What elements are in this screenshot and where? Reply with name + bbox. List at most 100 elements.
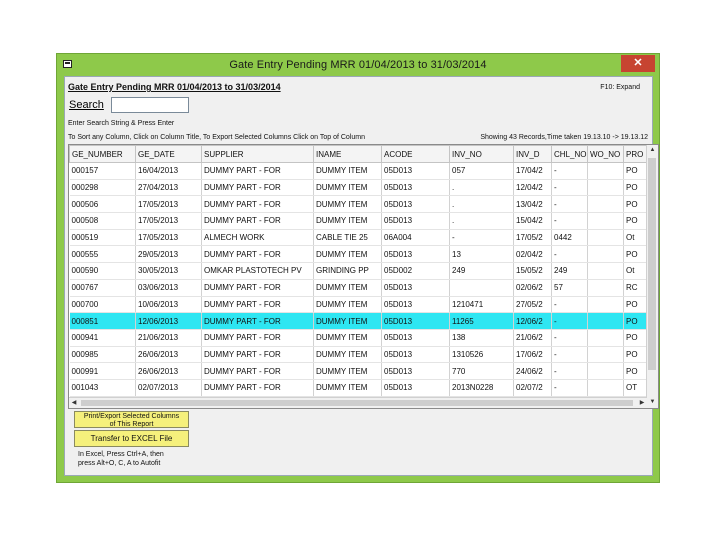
table-cell: - [551,296,588,314]
search-input[interactable] [111,97,189,113]
table-row[interactable]: 000555 29/05/2013 DUMMY PART - FOR DUMMY IT… [69,245,649,264]
table-cell: 02/06/2 [513,279,552,297]
table-cell: PO [623,212,649,230]
table-cell: 30/05/2013 [135,262,202,280]
vertical-scrollbar[interactable]: ▲ ▼ [646,145,658,408]
table-row[interactable]: 000519 17/05/2013 ALMECH WORK CABLE TIE 25 0… [69,229,649,247]
table-row[interactable]: 000157 16/04/2013 DUMMY PART - FOR DUMMY IT… [69,162,649,180]
table-cell: DUMMY ITEM [313,329,382,347]
records-info: Showing 43 Records,Time taken 19.13.10 -… [480,134,648,141]
table-cell: PO [623,312,649,330]
table-cell: 05D002 [381,262,450,280]
table-cell: DUMMY PART - FOR [201,279,314,297]
table-cell: PO [623,346,649,364]
table-cell: 27/04/2013 [135,179,202,197]
table-cell: 05D013 [381,195,450,214]
table-cell: 000700 [69,296,136,314]
excel-note-line1: In Excel, Press Ctrl+A, then [78,451,164,458]
column-header-ge-date[interactable]: GE_DATE [135,145,202,163]
column-header-wo-no[interactable]: WO_NO [587,145,624,163]
horizontal-scrollbar[interactable]: ◀ ▶ [69,397,647,408]
table-cell: - [551,362,588,380]
vertical-scroll-thumb[interactable] [648,158,656,370]
table-cell: DUMMY PART - FOR [201,379,314,397]
scroll-left-icon[interactable]: ◀ [69,398,79,408]
column-header-chl-no[interactable]: CHL_NO [551,145,588,163]
table-row[interactable]: 000590 30/05/2013 OMKAR PLASTOTECH PV GRIND… [69,262,649,280]
table-cell: DUMMY ITEM [313,212,382,230]
table-row[interactable]: 000991 26/06/2013 DUMMY PART - FOR DUMMY IT… [69,362,649,380]
app-window: Gate Entry Pending MRR 01/04/2013 to 31/… [56,53,660,483]
data-grid[interactable]: GE_NUMBER GE_DATE SUPPLIER INAME ACODE INV_NO… [68,144,659,409]
table-cell: DUMMY ITEM [313,162,382,180]
column-header-inv-d[interactable]: INV_D [513,145,552,163]
table-cell: DUMMY PART - FOR [201,346,314,364]
column-header-supplier[interactable]: SUPPLIER [201,145,314,163]
table-cell: - [449,229,514,247]
table-cell: - [551,379,588,397]
table-row[interactable]: 000298 27/04/2013 DUMMY PART - FOR DUMMY IT… [69,179,649,197]
table-cell: DUMMY PART - FOR [201,179,314,197]
table-cell: 27/05/2 [513,296,552,314]
table-row[interactable]: 000767 03/06/2013 DUMMY PART - FOR DUMMY IT… [69,279,649,297]
table-cell: 249 [449,262,514,280]
table-cell: 02/07/2 [513,379,552,397]
table-cell: 000590 [69,262,136,280]
table-cell: - [551,312,588,330]
column-header-acode[interactable]: ACODE [381,145,450,163]
table-cell: 11265 [449,312,514,330]
column-header-ge-number[interactable]: GE_NUMBER [69,145,136,163]
table-cell: 249 [551,262,588,280]
table-cell: 057 [449,162,514,180]
table-cell: - [551,212,588,230]
table-cell: - [551,245,588,264]
transfer-excel-button[interactable]: Transfer to EXCEL File [74,430,189,447]
table-cell: 000851 [69,312,136,330]
expand-hint: F10: Expand [600,84,640,91]
table-cell: 21/06/2 [513,329,552,347]
table-cell: DUMMY PART - FOR [201,212,314,230]
table-cell [587,312,624,330]
table-cell: 15/04/2 [513,212,552,230]
table-row[interactable]: 000985 26/06/2013 DUMMY PART - FOR DUMMY IT… [69,346,649,364]
table-cell: PO [623,195,649,214]
table-cell [587,329,624,347]
table-cell: DUMMY PART - FOR [201,362,314,380]
table-cell: DUMMY PART - FOR [201,312,314,330]
print-export-label-line1: Print/Export Selected Columns [83,413,180,420]
horizontal-scroll-thumb[interactable] [81,400,633,406]
table-cell [587,229,624,247]
table-cell: 000555 [69,245,136,264]
print-export-button[interactable]: Print/Export Selected Columns of This Re… [74,411,189,428]
close-button[interactable]: ✕ [621,55,655,72]
table-cell [587,279,624,297]
grid-body: 000157 16/04/2013 DUMMY PART - FOR DUMMY IT… [69,162,649,397]
column-header-pro[interactable]: PRO [623,145,649,163]
title-bar[interactable]: Gate Entry Pending MRR 01/04/2013 to 31/… [57,54,659,76]
table-cell: 26/06/2013 [135,362,202,380]
table-row[interactable]: 001043 02/07/2013 DUMMY PART - FOR DUMMY IT… [69,379,649,397]
table-cell: 17/06/2 [513,346,552,364]
table-row[interactable]: 000941 21/06/2013 DUMMY PART - FOR DUMMY IT… [69,329,649,347]
table-cell: 06A004 [381,229,450,247]
window-title: Gate Entry Pending MRR 01/04/2013 to 31/… [229,59,487,71]
table-row[interactable]: 000506 17/05/2013 DUMMY PART - FOR DUMMY IT… [69,195,649,214]
table-row[interactable]: 000700 10/06/2013 DUMMY PART - FOR DUMMY IT… [69,296,649,314]
table-cell: 29/05/2013 [135,245,202,264]
table-cell: DUMMY PART - FOR [201,195,314,214]
table-cell: 17/05/2013 [135,195,202,214]
table-cell [449,279,514,297]
scroll-right-icon[interactable]: ▶ [637,398,647,408]
table-cell: 02/07/2013 [135,379,202,397]
table-cell: 000767 [69,279,136,297]
scroll-up-icon[interactable]: ▲ [647,145,658,156]
table-row[interactable]: 000508 17/05/2013 DUMMY PART - FOR DUMMY IT… [69,212,649,230]
table-cell: 2013N0228 [449,379,514,397]
table-cell: - [551,195,588,214]
column-header-inv-no[interactable]: INV_NO [449,145,514,163]
column-header-iname[interactable]: INAME [313,145,382,163]
table-cell: PO [623,362,649,380]
table-row[interactable]: 000851 12/06/2013 DUMMY PART - FOR DUMMY IT… [69,312,649,330]
scroll-down-icon[interactable]: ▼ [647,397,658,408]
table-cell: 138 [449,329,514,347]
